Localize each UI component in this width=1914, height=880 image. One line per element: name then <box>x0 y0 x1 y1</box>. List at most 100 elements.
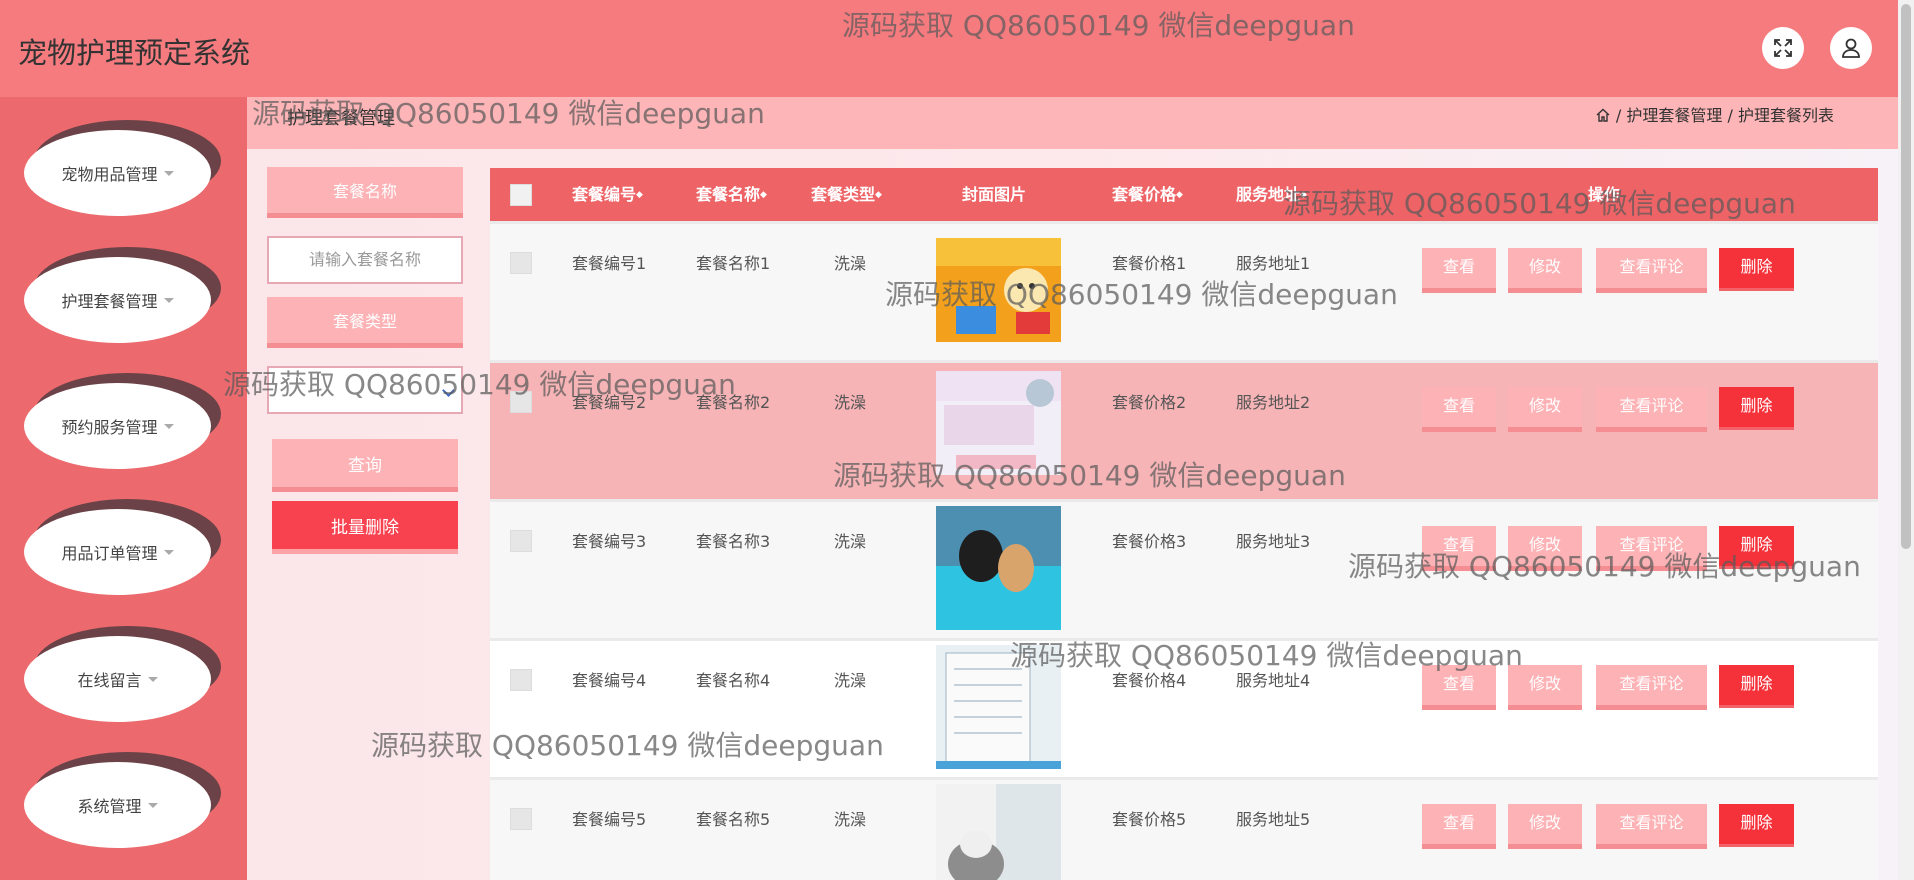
delete-button[interactable]: 删除 <box>1719 248 1794 291</box>
chevron-down-icon <box>163 170 174 176</box>
th-cover: 封面图片 <box>962 185 1027 204</box>
th-price[interactable]: 套餐价格◆ <box>1112 168 1183 221</box>
view-reviews-button[interactable]: 查看评论 <box>1596 248 1707 293</box>
cell-address: 服务地址1 <box>1236 254 1311 273</box>
sort-icon: ◆ <box>760 190 767 200</box>
sidebar-item-care-packages[interactable]: 护理套餐管理 <box>24 247 221 345</box>
cell-id: 套餐编号1 <box>572 254 647 273</box>
cell-name: 套餐名称2 <box>696 393 771 412</box>
th-id[interactable]: 套餐编号◆ <box>572 168 643 221</box>
cell-name: 套餐名称3 <box>696 532 771 551</box>
row-checkbox[interactable] <box>510 808 532 830</box>
delete-button[interactable]: 删除 <box>1719 387 1794 430</box>
package-name-input[interactable]: 请输入套餐名称 <box>267 236 463 284</box>
package-name-label: 套餐名称 <box>267 167 463 218</box>
row-checkbox[interactable] <box>510 252 532 274</box>
cell-address: 服务地址5 <box>1236 810 1311 829</box>
row-checkbox[interactable] <box>510 530 532 552</box>
sidebar-item-label: 在线留言 <box>77 671 142 690</box>
cell-price: 套餐价格2 <box>1112 393 1187 412</box>
delete-button[interactable]: 删除 <box>1719 665 1794 708</box>
cell-address: 服务地址3 <box>1236 532 1311 551</box>
sort-icon: ◆ <box>636 190 643 200</box>
chevron-down-icon <box>442 384 455 397</box>
chevron-down-icon <box>147 802 158 808</box>
view-reviews-button[interactable]: 查看评论 <box>1596 665 1707 710</box>
view-button[interactable]: 查看 <box>1422 665 1496 710</box>
row-checkbox[interactable] <box>510 669 532 691</box>
breadcrumb-item[interactable]: 护理套餐管理 <box>1626 106 1722 125</box>
sidebar-item-pet-supplies[interactable]: 宠物用品管理 <box>24 120 221 218</box>
edit-button[interactable]: 修改 <box>1508 387 1582 432</box>
sidebar-item-label: 用品订单管理 <box>61 544 158 563</box>
view-reviews-button[interactable]: 查看评论 <box>1596 526 1707 571</box>
cell-price: 套餐价格5 <box>1112 810 1187 829</box>
sort-icon: ◆ <box>1300 190 1307 200</box>
query-button[interactable]: 查询 <box>272 439 458 492</box>
cell-price: 套餐价格4 <box>1112 671 1187 690</box>
edit-button[interactable]: 修改 <box>1508 665 1582 710</box>
table-row: 套餐编号1 套餐名称1 洗澡 套餐价格1 服务地址1 查看 修改 查看评论 删除 <box>490 221 1878 360</box>
cell-address: 服务地址4 <box>1236 671 1311 690</box>
fullscreen-icon[interactable] <box>1762 27 1804 69</box>
view-button[interactable]: 查看 <box>1422 387 1496 432</box>
edit-button[interactable]: 修改 <box>1508 248 1582 293</box>
sidebar-item-label: 宠物用品管理 <box>61 165 158 184</box>
table-row: 套餐编号3 套餐名称3 洗澡 套餐价格3 服务地址3 查看 修改 查看评论 删除 <box>490 499 1878 638</box>
app-title: 宠物护理预定系统 <box>18 36 251 70</box>
cell-id: 套餐编号3 <box>572 532 647 551</box>
package-type-select[interactable] <box>267 366 463 414</box>
sidebar-item-orders[interactable]: 用品订单管理 <box>24 499 221 597</box>
scrollbar-thumb[interactable] <box>1901 4 1911 549</box>
breadcrumb: / 护理套餐管理 / 护理套餐列表 <box>1595 102 1834 126</box>
user-icon[interactable] <box>1830 27 1872 69</box>
cell-price: 套餐价格1 <box>1112 254 1187 273</box>
batch-delete-button[interactable]: 批量删除 <box>272 501 458 554</box>
th-name[interactable]: 套餐名称◆ <box>696 168 767 221</box>
sidebar-item-messages[interactable]: 在线留言 <box>24 626 221 724</box>
page-title: 护理套餐管理 <box>287 108 395 129</box>
cell-name: 套餐名称1 <box>696 254 771 273</box>
vertical-scrollbar[interactable] <box>1898 0 1914 880</box>
cell-name: 套餐名称5 <box>696 810 771 829</box>
edit-button[interactable]: 修改 <box>1508 526 1582 571</box>
view-button[interactable]: 查看 <box>1422 804 1496 849</box>
sidebar-item-label: 护理套餐管理 <box>61 292 158 311</box>
chevron-down-icon <box>163 297 174 303</box>
cell-address: 服务地址2 <box>1236 393 1311 412</box>
edit-button[interactable]: 修改 <box>1508 804 1582 849</box>
cell-price: 套餐价格3 <box>1112 532 1187 551</box>
cell-type: 洗澡 <box>834 810 867 829</box>
cell-type: 洗澡 <box>834 393 867 412</box>
view-button[interactable]: 查看 <box>1422 248 1496 293</box>
cell-type: 洗澡 <box>834 254 867 273</box>
sidebar-item-label: 预约服务管理 <box>61 418 158 437</box>
sidebar-item-label: 系统管理 <box>77 797 142 816</box>
chevron-down-icon <box>163 549 174 555</box>
home-icon[interactable] <box>1595 106 1611 125</box>
table-row: 套餐编号4 套餐名称4 洗澡 套餐价格4 服务地址4 查看 修改 查看评论 删除 <box>490 638 1878 777</box>
cell-name: 套餐名称4 <box>696 671 771 690</box>
cover-image <box>936 784 1061 880</box>
chevron-down-icon <box>163 423 174 429</box>
package-type-label: 套餐类型 <box>267 297 463 348</box>
breadcrumb-item: 护理套餐列表 <box>1737 106 1834 125</box>
view-reviews-button[interactable]: 查看评论 <box>1596 804 1707 849</box>
sort-icon: ◆ <box>1176 190 1183 200</box>
cell-type: 洗澡 <box>834 671 867 690</box>
sidebar-item-appointments[interactable]: 预约服务管理 <box>24 373 221 471</box>
view-button[interactable]: 查看 <box>1422 526 1496 571</box>
sidebar-item-system[interactable]: 系统管理 <box>24 752 221 850</box>
view-reviews-button[interactable]: 查看评论 <box>1596 387 1707 432</box>
th-type[interactable]: 套餐类型◆ <box>811 168 882 221</box>
cover-image <box>936 371 1061 475</box>
row-checkbox[interactable] <box>510 391 532 413</box>
cell-id: 套餐编号4 <box>572 671 647 690</box>
delete-button[interactable]: 删除 <box>1719 804 1794 847</box>
select-all-checkbox[interactable] <box>510 184 532 206</box>
delete-button[interactable]: 删除 <box>1719 526 1794 569</box>
th-actions: 操作 <box>1588 185 1621 204</box>
th-address[interactable]: 服务地址◆ <box>1236 168 1307 221</box>
sidebar: 宠物用品管理 护理套餐管理 预约服务管理 用品订单管理 在线留言 系统管理 <box>0 97 247 880</box>
cover-image <box>936 645 1061 769</box>
